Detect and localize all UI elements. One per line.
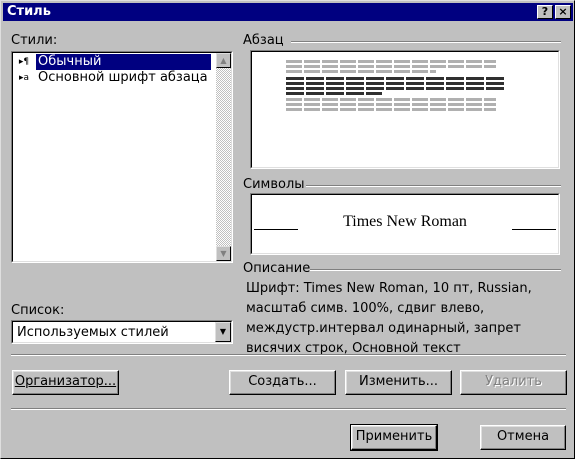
character-style-icon: ▸a [18, 73, 30, 83]
style-item-label: Обычный [36, 54, 211, 70]
paragraph-preview [250, 50, 560, 169]
help-button[interactable]: ? [537, 5, 553, 19]
close-button[interactable]: × [555, 5, 571, 19]
list-label: Список: [11, 303, 65, 318]
font-preview: Times New Roman [250, 193, 560, 255]
dialog-title: Стиль [7, 4, 51, 19]
style-item-label: Основной шрифт абзаца [38, 70, 208, 85]
dropdown-arrow-icon[interactable]: ▼ [215, 322, 231, 342]
font-sample: Times New Roman [343, 213, 467, 230]
create-button[interactable]: Создать... [229, 370, 336, 395]
symbols-label: Символы [243, 177, 305, 192]
paragraph-separator [291, 41, 561, 43]
cancel-button[interactable]: Отмена [480, 425, 566, 450]
modify-button[interactable]: Изменить... [345, 370, 452, 395]
title-bar[interactable]: Стиль ? × [3, 3, 573, 21]
scroll-up-icon[interactable]: ▲ [216, 53, 231, 68]
description-label: Описание [243, 261, 311, 276]
paragraph-style-icon: ▸¶ [18, 57, 30, 67]
list-dropdown[interactable]: Используемых стилей ▼ [11, 320, 233, 344]
styles-scrollbar[interactable]: ▲ ▼ [216, 53, 231, 261]
styles-listbox[interactable]: ▸¶ Обычный ▸a Основной шрифт абзаца ▲ ▼ [11, 51, 233, 263]
description-text: Шрифт: Times New Roman, 10 пт, Russian, … [246, 281, 532, 356]
description-separator [310, 269, 561, 271]
list-dropdown-value: Используемых стилей [17, 325, 169, 340]
symbols-separator [306, 185, 561, 187]
buttons-separator [11, 354, 566, 356]
paragraph-label: Абзац [243, 33, 284, 48]
apply-button[interactable]: Применить [350, 424, 438, 451]
style-dialog: Стиль ? × Стили: ▸¶ Обычный ▸a Основной … [0, 0, 575, 459]
footer-separator [11, 408, 566, 410]
organizer-button[interactable]: Организатор... [12, 370, 119, 395]
scroll-down-icon[interactable]: ▼ [216, 246, 231, 261]
delete-button[interactable]: Удалить [460, 370, 567, 395]
styles-label: Стили: [11, 33, 58, 48]
